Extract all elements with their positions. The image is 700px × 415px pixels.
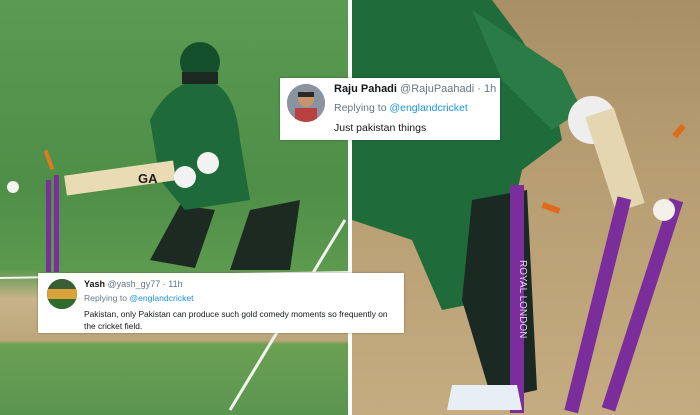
stumps-closeup-photo: ROYAL LONDON xyxy=(352,0,686,414)
user-avatar-image xyxy=(287,84,325,122)
helmet-grille xyxy=(182,72,218,84)
left-photo-panel: GA xyxy=(0,0,348,415)
stump-sponsor-text: ROYAL LONDON xyxy=(517,260,528,338)
reply-mention-link[interactable]: @englandcricket xyxy=(129,293,193,303)
author-handle[interactable]: @yash_gy77 xyxy=(108,279,161,289)
user-avatar-image xyxy=(47,279,77,309)
author-name[interactable]: Raju Pahadi xyxy=(334,83,397,95)
tweet-card[interactable]: Raju Pahadi @RajuPaahadi · 1h Replying t… xyxy=(280,78,500,140)
cricket-ball xyxy=(653,199,675,221)
batsman-shoe xyxy=(447,385,522,410)
reply-mention-link[interactable]: @englandcricket xyxy=(389,102,467,114)
avatar[interactable] xyxy=(287,84,325,122)
time-separator: · xyxy=(162,279,166,289)
flying-bail xyxy=(541,202,561,214)
cricket-bat xyxy=(585,107,645,213)
batsman-pad xyxy=(230,200,300,270)
tweet-text: Just pakistan things xyxy=(334,122,427,134)
reply-prefix: Replying to xyxy=(84,293,127,303)
batting-glove xyxy=(197,152,219,174)
batsman-body xyxy=(150,80,250,210)
stump xyxy=(46,180,51,272)
tweet-card[interactable]: Yash @yash_gy77 · 11h Replying to @engla… xyxy=(38,273,404,333)
batting-glove xyxy=(174,166,196,188)
tweet-time[interactable]: 11h xyxy=(168,279,182,289)
batsman-bowled-photo: GA xyxy=(0,42,348,411)
cricket-ball xyxy=(7,181,19,193)
author-name[interactable]: Yash xyxy=(84,279,105,289)
reply-prefix: Replying to xyxy=(334,102,387,114)
time-separator: · xyxy=(477,83,481,95)
flying-bail xyxy=(672,123,686,139)
cricket-bat xyxy=(64,160,176,196)
avatar[interactable] xyxy=(47,279,77,309)
reply-context: Replying to @englandcricket xyxy=(84,293,194,303)
reply-context: Replying to @englandcricket xyxy=(334,102,468,114)
tweet-author[interactable]: Yash @yash_gy77 · 11h xyxy=(84,279,183,289)
tweet-time[interactable]: 1h xyxy=(484,83,496,95)
tweet-text: Pakistan, only Pakistan can produce such… xyxy=(84,309,388,331)
tweet-author[interactable]: Raju Pahadi @RajuPaahadi · 1h xyxy=(334,83,496,95)
flying-bail xyxy=(43,149,55,171)
bat-logo-text: GA xyxy=(138,171,158,186)
stump xyxy=(54,175,59,272)
author-handle[interactable]: @RajuPaahadi xyxy=(400,83,474,95)
batsman-pad xyxy=(150,205,215,268)
right-photo-panel: ROYAL LONDON xyxy=(352,0,700,415)
